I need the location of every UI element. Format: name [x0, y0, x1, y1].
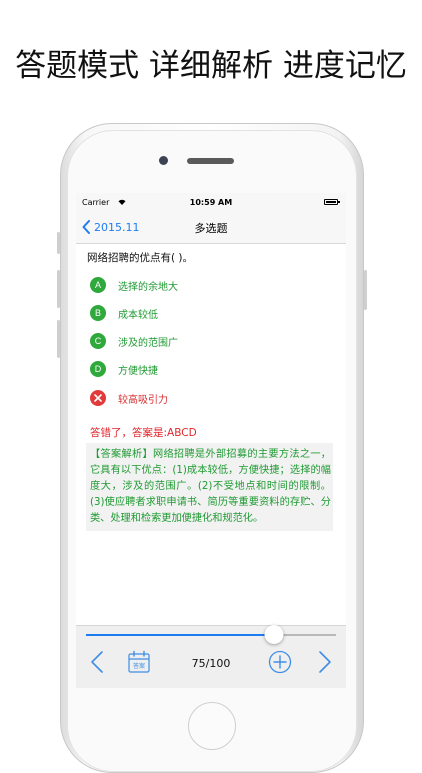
- question-text: 网络招聘的优点有( )。: [87, 252, 194, 264]
- nav-title: 多选题: [194, 222, 228, 235]
- status-time: 10:59 AM: [189, 198, 233, 207]
- power-button: [364, 270, 367, 310]
- plus-circle-icon[interactable]: [268, 650, 292, 674]
- option-b[interactable]: B 成本较低: [90, 303, 158, 323]
- option-d-text: 方便快捷: [118, 365, 158, 377]
- navigation-bar: 2015.11 多选题: [76, 211, 346, 244]
- progress-slider-fill: [86, 634, 274, 636]
- option-c[interactable]: C 涉及的范围广: [90, 331, 178, 351]
- option-a-badge: A: [90, 277, 106, 293]
- x-icon: [90, 390, 106, 406]
- front-camera: [159, 156, 168, 165]
- home-button[interactable]: [188, 702, 236, 750]
- bottom-toolbar: 答案 75/100: [76, 625, 346, 688]
- option-b-badge: B: [90, 305, 106, 321]
- option-e-text: 较高吸引力: [118, 394, 168, 406]
- progress-slider[interactable]: [86, 625, 336, 644]
- answer-analysis: 【答案解析】网络招聘是外部招募的主要方法之一，它具有以下优点：(1)成本较低，方…: [86, 443, 333, 531]
- option-a-text: 选择的余地大: [118, 281, 178, 293]
- option-b-text: 成本较低: [118, 309, 158, 321]
- status-bar: Carrier 10:59 AM: [76, 193, 346, 211]
- option-d-badge: D: [90, 361, 106, 377]
- earpiece-speaker: [187, 158, 234, 164]
- option-c-text: 涉及的范围广: [118, 337, 178, 349]
- mute-switch: [57, 232, 60, 254]
- volume-up-button: [57, 270, 60, 308]
- option-e-wrong[interactable]: 较高吸引力: [90, 388, 168, 408]
- battery-icon: [324, 199, 340, 205]
- result-message: 答错了，答案是:ABCD: [90, 427, 197, 439]
- option-d[interactable]: D 方便快捷: [90, 359, 158, 379]
- option-a[interactable]: A 选择的余地大: [90, 275, 178, 295]
- progress-slider-thumb[interactable]: [264, 625, 283, 644]
- question-counter: 75/100: [191, 657, 231, 670]
- option-c-badge: C: [90, 333, 106, 349]
- promo-headline: 答题模式 详细解析 进度记忆: [15, 48, 407, 84]
- app-screen: Carrier 10:59 AM 2015.11 多选题 网络招聘的优点有( )…: [76, 193, 346, 688]
- volume-down-button: [57, 320, 60, 358]
- next-question-button[interactable]: [318, 650, 332, 674]
